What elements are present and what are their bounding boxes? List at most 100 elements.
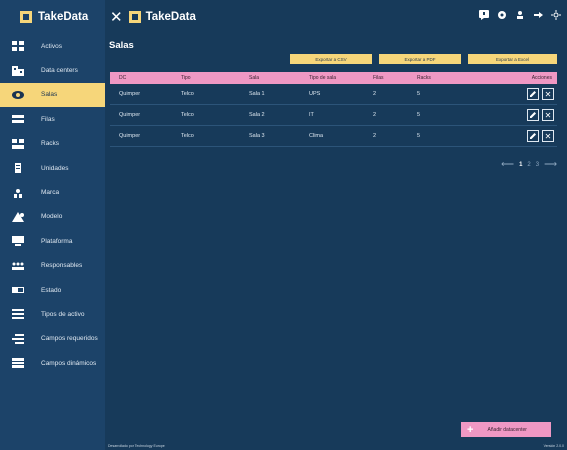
- delete-icon[interactable]: ✕: [542, 109, 554, 121]
- sidebar: TakeData Activos Data centers Salas Fila…: [0, 0, 105, 450]
- required-fields-icon: [12, 333, 24, 344]
- brand-icon: [12, 188, 24, 198]
- sidebar-item-filas[interactable]: Filas: [0, 107, 105, 131]
- close-icon[interactable]: ✕: [110, 10, 123, 25]
- col-filas[interactable]: Filas: [365, 75, 409, 81]
- col-tipo-sala[interactable]: Tipo de sala: [301, 75, 365, 81]
- pagination: ⟵ 1 2 3 ⟶: [501, 159, 557, 170]
- top-icons: [479, 10, 561, 20]
- rows-icon: [12, 114, 24, 124]
- chat-icon[interactable]: [479, 10, 489, 20]
- col-dc[interactable]: DC: [110, 75, 172, 81]
- plus-icon: +: [467, 423, 474, 436]
- sidebar-nav: Activos Data centers Salas Filas Racks U…: [0, 34, 105, 375]
- cell-tipo: Telco: [181, 112, 194, 118]
- sidebar-item-tipos-activo[interactable]: Tipos de activo: [0, 302, 105, 326]
- page-1[interactable]: 1: [519, 162, 522, 168]
- sidebar-item-modelo[interactable]: Modelo: [0, 205, 105, 229]
- building-icon: [12, 65, 24, 76]
- sidebar-item-label: Data centers: [41, 67, 78, 75]
- cell-dc: Quimper: [119, 91, 141, 97]
- sidebar-item-label: Filas: [41, 115, 55, 123]
- cell-tipo: Telco: [181, 91, 194, 97]
- dynamic-fields-icon: [12, 358, 24, 369]
- page-title: Salas: [109, 40, 134, 51]
- sidebar-item-marca[interactable]: Marca: [0, 180, 105, 204]
- cell-filas: 2: [373, 112, 377, 118]
- row-actions: ✕: [479, 130, 557, 142]
- prev-page-icon[interactable]: ⟵: [501, 159, 514, 170]
- edit-icon[interactable]: [527, 88, 539, 100]
- sidebar-item-campos-dinamicos[interactable]: Campos dinámicos: [0, 351, 105, 375]
- sidebar-item-label: Marca: [41, 189, 60, 197]
- sidebar-item-label: Plataforma: [41, 237, 73, 245]
- grid-icon: [12, 41, 24, 52]
- user-icon[interactable]: [515, 10, 525, 20]
- table-row[interactable]: Quimper Telco Sala 1 UPS 2 5 ✕: [110, 84, 557, 105]
- sidebar-item-campos-requeridos[interactable]: Campos requeridos: [0, 327, 105, 351]
- cell-tipo-sala: IT: [309, 112, 314, 118]
- list-icon: [12, 309, 24, 320]
- export-excel-button[interactable]: Exportar a Excel: [468, 54, 557, 64]
- table-header: DC Tipo Sala Tipo de sala Filas Racks Ac…: [110, 72, 557, 84]
- salas-table: DC Tipo Sala Tipo de sala Filas Racks Ac…: [110, 72, 557, 147]
- sidebar-item-racks[interactable]: Racks: [0, 132, 105, 156]
- edit-icon[interactable]: [527, 130, 539, 142]
- gear-icon[interactable]: [497, 10, 507, 20]
- cell-tipo-sala: Clima: [309, 133, 324, 139]
- cell-racks: 5: [417, 91, 421, 97]
- rack-icon: [12, 138, 24, 149]
- footer-credit: Desarrollado por Technology Europe: [108, 444, 165, 448]
- cell-sala: Sala 3: [249, 133, 265, 139]
- top-bar: ✕ TakeData: [105, 0, 567, 34]
- sidebar-item-responsables[interactable]: Responsables: [0, 254, 105, 278]
- footer-version: Versión 2.0.0: [543, 444, 564, 448]
- add-datacenter-button[interactable]: + Añadir datacenter: [461, 422, 551, 437]
- sidebar-item-label: Modelo: [41, 213, 63, 221]
- cell-tipo: Telco: [181, 133, 194, 139]
- room-icon: [12, 90, 24, 100]
- logo-icon: [128, 11, 141, 23]
- delete-icon[interactable]: ✕: [542, 130, 554, 142]
- sidebar-item-label: Salas: [41, 91, 58, 99]
- sidebar-brand[interactable]: TakeData: [0, 0, 105, 34]
- sidebar-item-salas[interactable]: Salas: [0, 82, 105, 108]
- sidebar-item-activos[interactable]: Activos: [0, 34, 105, 58]
- cell-racks: 5: [417, 112, 421, 118]
- sidebar-item-plataforma[interactable]: Plataforma: [0, 229, 105, 253]
- row-actions: ✕: [479, 109, 557, 121]
- col-tipo[interactable]: Tipo: [172, 75, 241, 81]
- col-sala[interactable]: Sala: [241, 75, 301, 81]
- page-2[interactable]: 2: [527, 162, 530, 168]
- table-row[interactable]: Quimper Telco Sala 3 Clima 2 5 ✕: [110, 126, 557, 147]
- sidebar-item-estado[interactable]: Estado: [0, 278, 105, 302]
- unit-icon: [12, 163, 24, 174]
- cell-sala: Sala 2: [249, 112, 265, 118]
- export-bar: Exportar a CSV Exportar a PDF Exportar a…: [290, 54, 557, 64]
- edit-icon[interactable]: [527, 109, 539, 121]
- cell-dc: Quimper: [119, 133, 141, 139]
- logo-icon: [20, 11, 32, 23]
- sidebar-item-unidades[interactable]: Unidades: [0, 156, 105, 180]
- logout-icon[interactable]: [533, 10, 543, 20]
- cell-dc: Quimper: [119, 112, 141, 118]
- sidebar-item-label: Responsables: [41, 262, 83, 270]
- status-icon: [12, 285, 24, 295]
- add-datacenter-label: Añadir datacenter: [487, 426, 527, 433]
- brand-name: TakeData: [38, 11, 89, 23]
- main-content: Salas Exportar a CSV Exportar a PDF Expo…: [105, 34, 567, 450]
- cell-filas: 2: [373, 133, 377, 139]
- cell-tipo-sala: UPS: [309, 91, 321, 97]
- platform-icon: [12, 236, 24, 247]
- sun-icon[interactable]: [551, 10, 561, 20]
- delete-icon[interactable]: ✕: [542, 88, 554, 100]
- page-3[interactable]: 3: [536, 162, 539, 168]
- model-icon: [12, 211, 24, 222]
- next-page-icon[interactable]: ⟶: [544, 159, 557, 170]
- sidebar-item-label: Estado: [41, 286, 62, 294]
- export-pdf-button[interactable]: Exportar a PDF: [379, 54, 461, 64]
- sidebar-item-data-centers[interactable]: Data centers: [0, 58, 105, 82]
- col-racks[interactable]: Racks: [409, 75, 479, 81]
- export-csv-button[interactable]: Exportar a CSV: [290, 54, 372, 64]
- table-row[interactable]: Quimper Telco Sala 2 IT 2 5 ✕: [110, 105, 557, 126]
